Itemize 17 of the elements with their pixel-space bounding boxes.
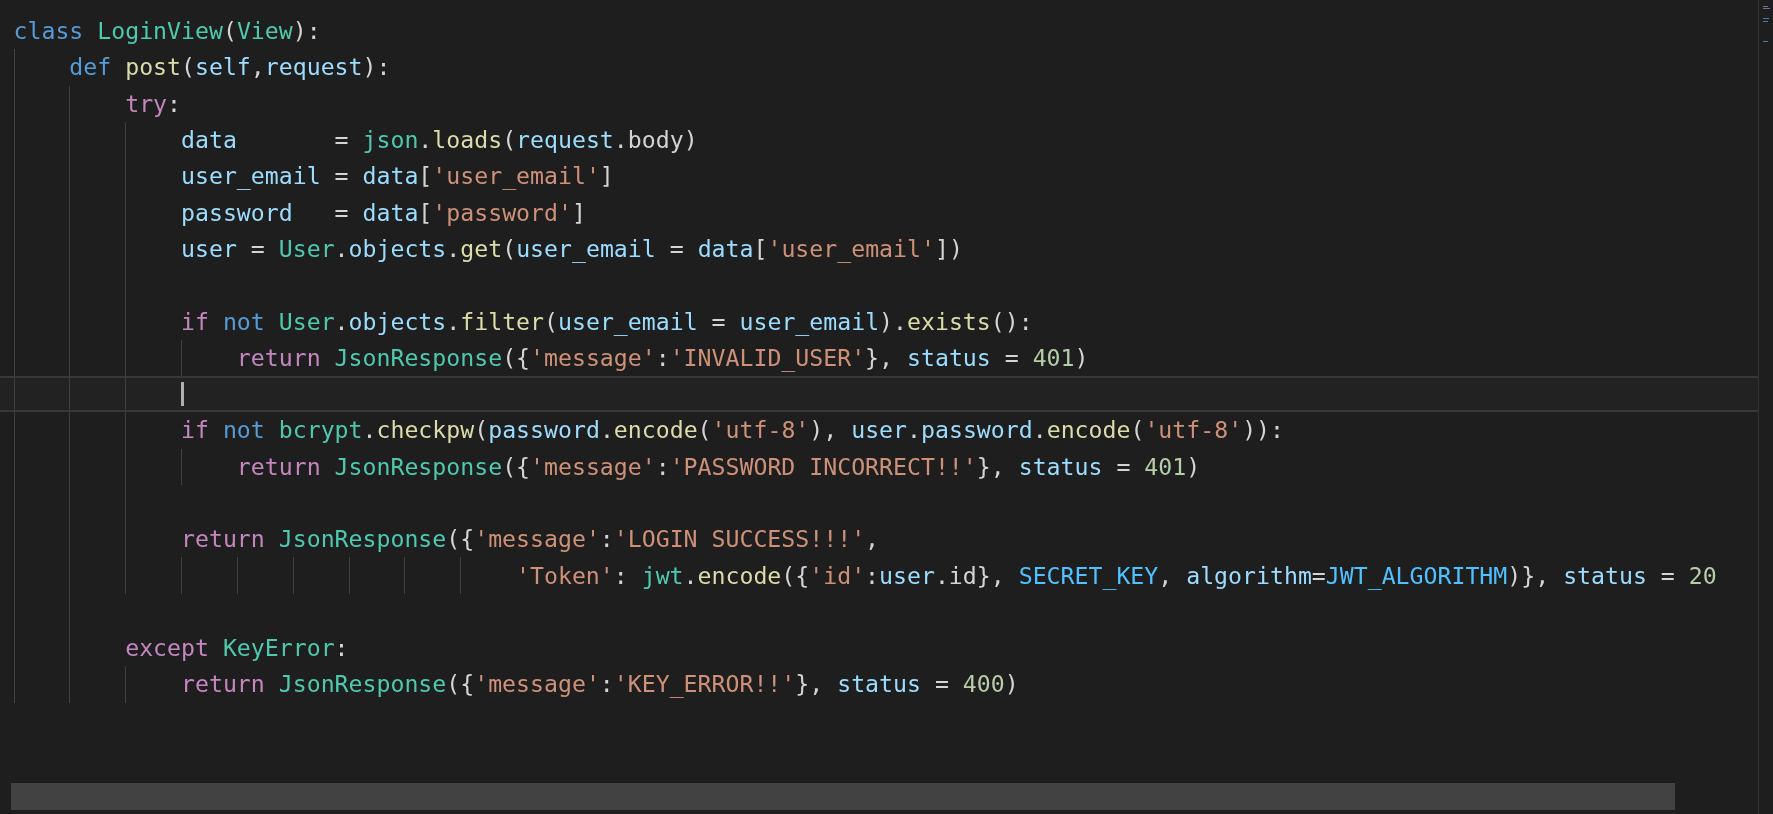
code-line: password = data['password'] [181, 197, 586, 228]
code-line: def post(self,request): [69, 52, 391, 83]
code-line: return JsonResponse({'message':'PASSWORD INCORRECT!!'}, status = 401) [236, 451, 1201, 482]
code-line: if not bcrypt.checkpw(password.encode('utf-8'), user.password.encode('utf-8')): [181, 415, 1285, 446]
code-line: 'Token': jwt.encode({'id':user.id}, SECRET_KEY, algorithm=JWT_ALGORITHM)}, status = 20 [516, 560, 1717, 591]
code-line: data = json.loads(request.body) [181, 125, 698, 156]
horizontal-scrollbar[interactable] [11, 783, 1675, 810]
code-line: return JsonResponse({'message':'KEY_ERROR!!'}, status = 400) [181, 669, 1019, 700]
code-line: user = User.objects.get(user_email = data['user_email']) [181, 233, 963, 264]
text-cursor [181, 381, 184, 407]
code-line: return JsonResponse({'message':'INVALID_USER'}, status = 401) [236, 342, 1089, 373]
code-line: try: [125, 88, 182, 119]
code-line: return JsonResponse({'message':'LOGIN SUCCESS!!!', [181, 524, 880, 555]
code-line: if not User.objects.filter(user_email = user_email).exists(): [181, 306, 1033, 337]
code-line: user_email = data['user_email'] [181, 161, 614, 192]
code-line: class LoginView(View): [13, 16, 321, 47]
code-line: except KeyError: [125, 633, 349, 664]
